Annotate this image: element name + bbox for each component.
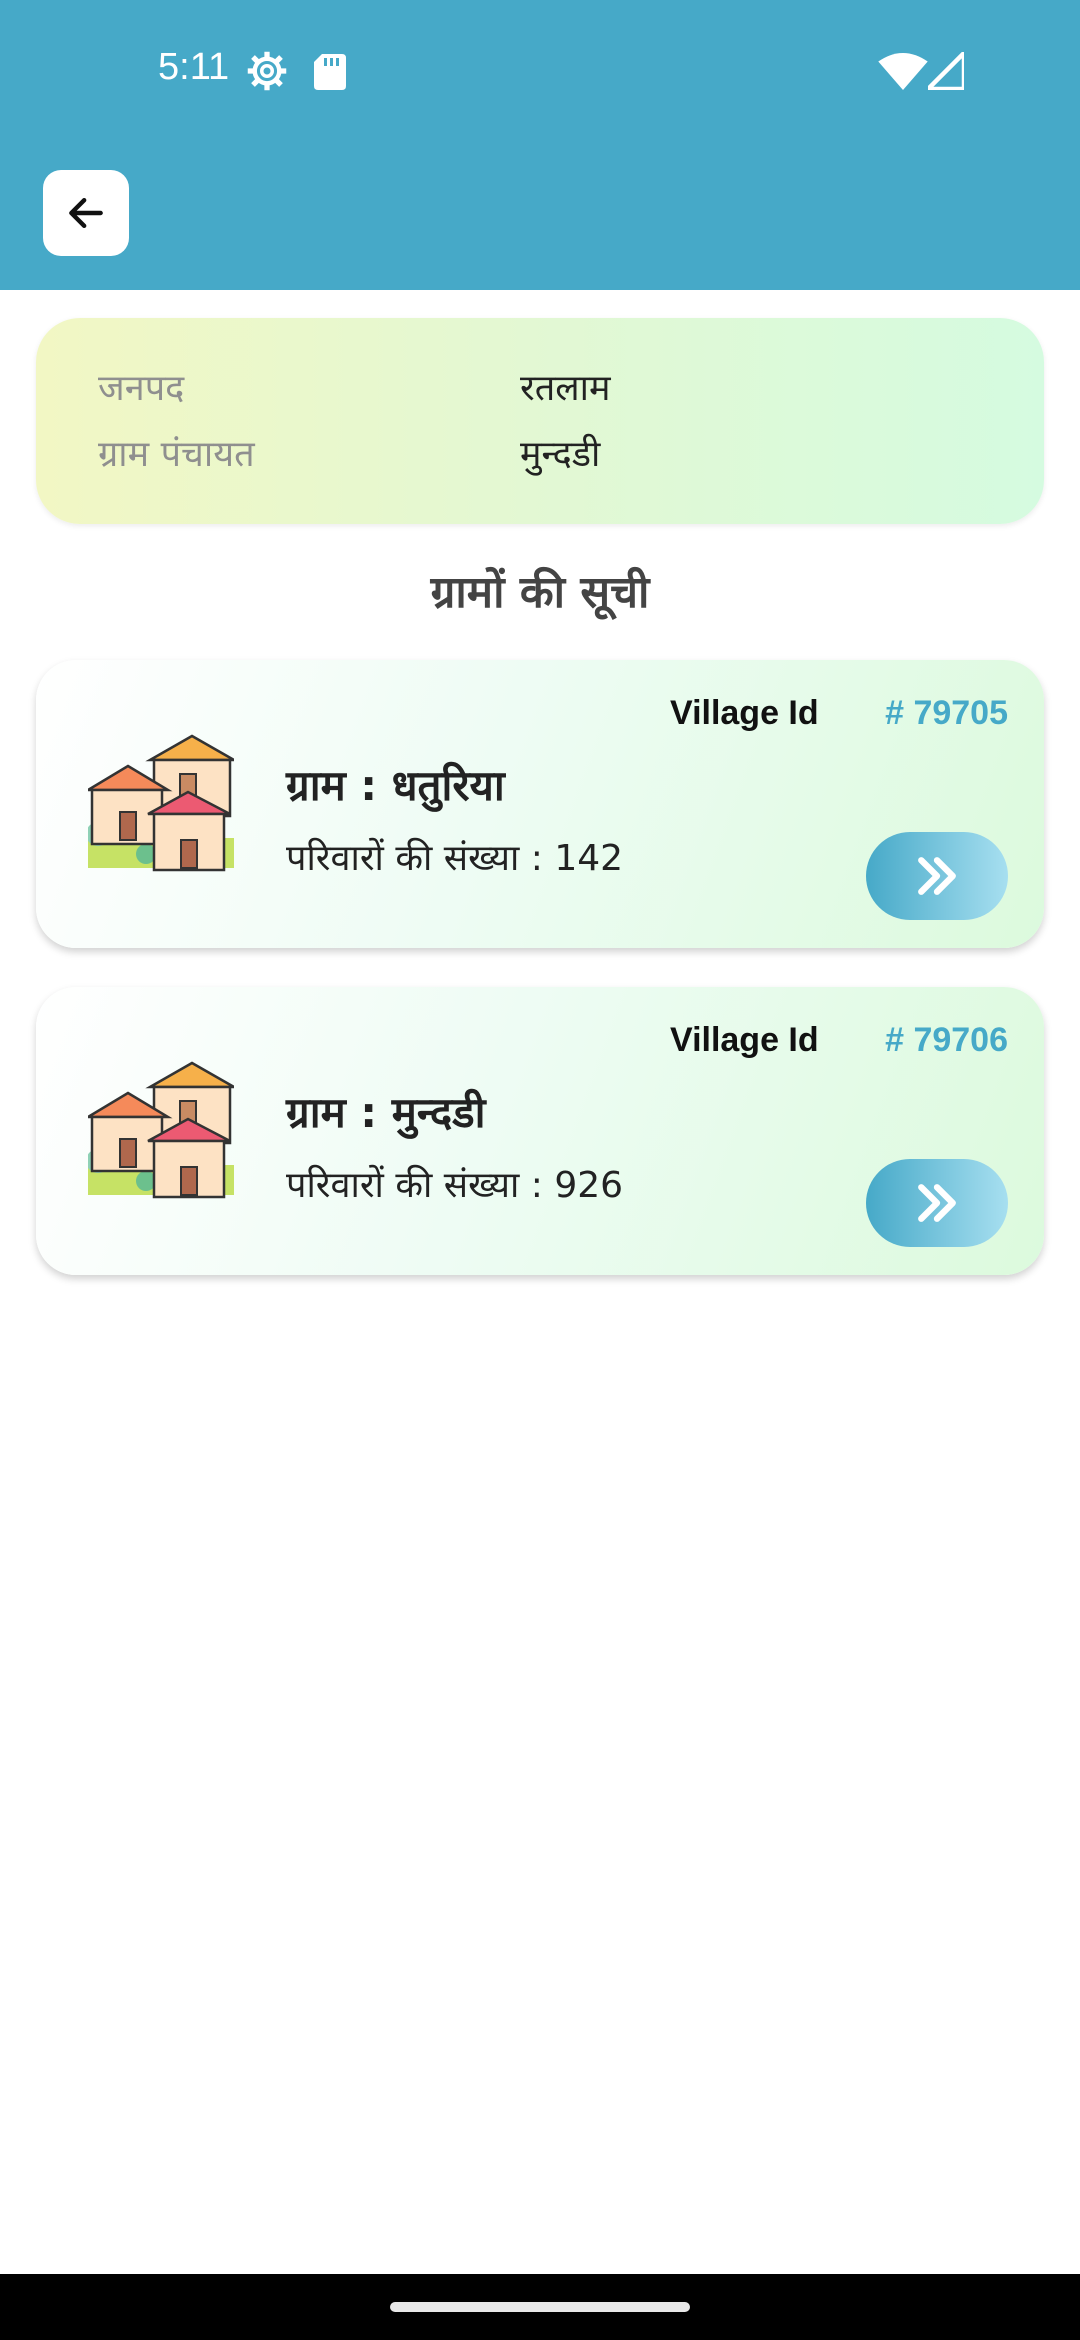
village-name: ग्राम : धतुरिया [286, 761, 505, 810]
janpad-label: जनपद [98, 368, 185, 409]
open-village-button[interactable] [866, 1159, 1008, 1247]
family-count: परिवारों की संख्या : 926 [286, 1165, 624, 1206]
village-id-value: # 79706 [885, 1021, 1008, 1059]
double-chevron-right-icon [918, 857, 956, 895]
gear-icon [247, 51, 287, 91]
family-count: परिवारों की संख्या : 142 [286, 838, 624, 879]
village-id-label: Village Id [670, 694, 819, 732]
double-chevron-right-icon [918, 1184, 956, 1222]
village-id-value: # 79705 [885, 694, 1008, 732]
janpad-value: रतलाम [520, 368, 611, 409]
arrow-left-icon [69, 197, 103, 229]
open-village-button[interactable] [866, 832, 1008, 920]
panchayat-value: मुन्दडी [520, 434, 601, 475]
system-navigation-bar [0, 2274, 1080, 2340]
wifi-icon [878, 52, 928, 90]
village-houses-icon [88, 734, 234, 872]
status-time: 5:11 [158, 46, 230, 88]
signal-icon [928, 52, 964, 90]
village-list-title: ग्रामों की सूची [430, 567, 650, 618]
village-houses-icon [88, 1061, 234, 1199]
sd-card-icon [314, 54, 346, 90]
panchayat-info-card: जनपद रतलाम ग्राम पंचायत मुन्दडी [36, 318, 1044, 524]
village-id-label: Village Id [670, 1021, 819, 1059]
home-gesture-handle[interactable] [390, 2302, 690, 2312]
village-card[interactable]: Village Id # 79705 ग्राम : धतुरिया परिवा… [36, 660, 1044, 948]
top-app-bar: 5:11 [0, 0, 1080, 290]
back-button[interactable] [43, 170, 129, 256]
village-card[interactable]: Village Id # 79706 ग्राम : मुन्दडी परिवा… [36, 987, 1044, 1275]
village-name: ग्राम : मुन्दडी [286, 1088, 486, 1137]
panchayat-label: ग्राम पंचायत [98, 434, 255, 475]
